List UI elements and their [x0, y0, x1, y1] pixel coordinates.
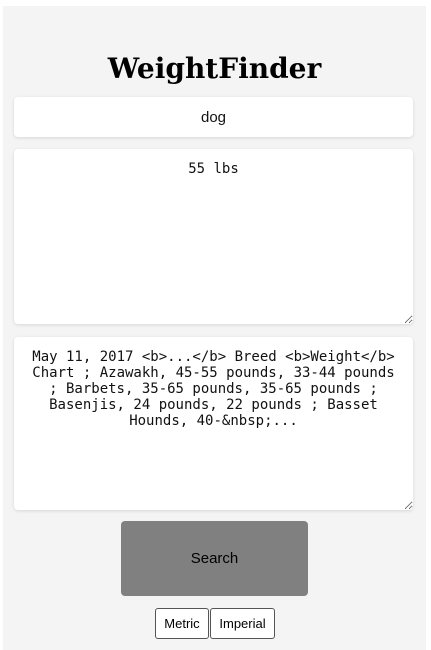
imperial-button[interactable]: Imperial — [210, 608, 275, 639]
search-button[interactable]: Search — [121, 521, 308, 596]
search-input[interactable] — [14, 97, 413, 137]
unit-toggle-group: Metric Imperial — [155, 608, 275, 639]
metric-button[interactable]: Metric — [155, 608, 209, 639]
page-title: WeightFinder — [107, 52, 322, 85]
snippet-textarea[interactable]: May 11, 2017 <b>...</b> Breed <b>Weight<… — [14, 337, 413, 510]
weight-result-textarea[interactable]: 55 lbs — [14, 149, 413, 324]
app-panel: WeightFinder 55 lbs May 11, 2017 <b>...<… — [3, 6, 426, 650]
